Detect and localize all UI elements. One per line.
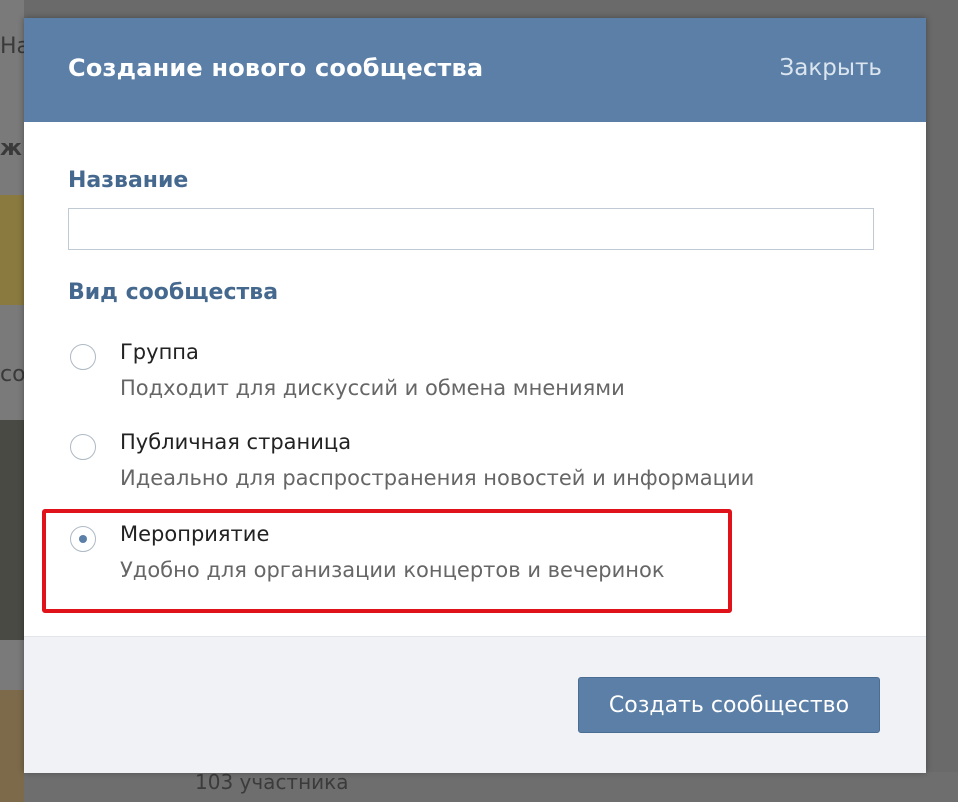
background-thumbnail — [0, 195, 24, 305]
radio-button[interactable] — [70, 434, 96, 460]
dialog-footer: Создать сообщество — [24, 636, 926, 773]
option-title: Группа — [120, 340, 199, 364]
background-text-fragment: со — [0, 362, 26, 387]
community-type-label: Вид сообщества — [68, 280, 279, 305]
option-description: Идеально для распространения новостей и … — [120, 466, 755, 490]
create-community-dialog: Создание нового сообщества Закрыть Назва… — [24, 18, 926, 773]
background-bottom-area — [24, 772, 958, 802]
option-group[interactable]: Группа Подходит для дискуссий и обмена м… — [68, 340, 788, 410]
dialog-header: Создание нового сообщества Закрыть — [24, 18, 926, 122]
option-title: Публичная страница — [120, 430, 352, 454]
community-name-input[interactable] — [68, 208, 874, 250]
dialog-title: Создание нового сообщества — [68, 54, 484, 82]
option-public-page[interactable]: Публичная страница Идеально для распрост… — [68, 430, 788, 500]
name-label: Название — [68, 168, 189, 193]
radio-button[interactable] — [70, 344, 96, 370]
background-thumbnail — [0, 690, 24, 802]
background-thumbnail — [0, 420, 24, 640]
background-text-fragment: ж — [0, 136, 22, 161]
background-member-count: 103 участника — [195, 770, 349, 794]
close-link[interactable]: Закрыть — [780, 55, 882, 81]
option-description: Подходит для дискуссий и обмена мнениями — [120, 376, 625, 400]
create-community-button[interactable]: Создать сообщество — [578, 677, 880, 733]
background-left-strip — [0, 0, 24, 802]
red-highlight-box — [42, 509, 732, 613]
dialog-body: Название Вид сообщества Группа Подходит … — [24, 122, 926, 636]
